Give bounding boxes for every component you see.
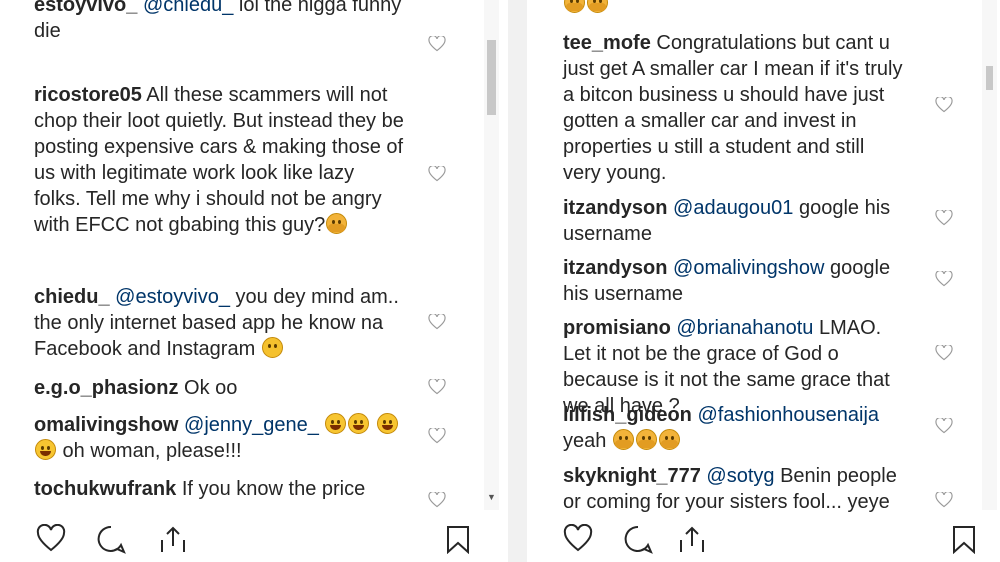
comment-list: tee_mofe Congratulations but cant u just… (527, 0, 1000, 515)
comment-mention[interactable]: @jenny_gene_ (184, 414, 319, 436)
scroll-down-arrow-icon[interactable]: ▼ (487, 492, 496, 502)
comment-mention[interactable]: @adaugou01 (673, 197, 793, 219)
like-comment-heart-icon[interactable] (428, 314, 446, 330)
comment-mention[interactable]: @fashionhousenaija (697, 404, 879, 426)
post-actions-bar (527, 518, 1000, 562)
laughing-emoji (564, 0, 585, 13)
scream-emoji (658, 429, 680, 450)
share-icon[interactable] (677, 524, 707, 554)
tired-face-emoji (326, 213, 348, 234)
comment-text: If you know the price (181, 478, 366, 500)
comment-item: itzandyson @omalivingshow google his use… (563, 255, 903, 307)
comment-mention[interactable]: @sotyg (706, 465, 774, 487)
rofl-emoji (35, 439, 56, 460)
comment-icon[interactable] (623, 524, 653, 554)
comments-scrollbar-thumb[interactable] (487, 40, 496, 115)
eye-roll-emoji (261, 337, 283, 358)
comment-username[interactable]: chiedu_ (34, 286, 110, 308)
comment-item: omalivingshow @jenny_gene_ oh woman, ple… (34, 412, 404, 464)
rofl-emoji (377, 413, 399, 434)
like-comment-heart-icon[interactable] (935, 345, 953, 361)
comment-item: itzandyson @adaugou01 google his usernam… (563, 195, 903, 247)
comment-mention[interactable]: @chiedu_ (143, 0, 233, 16)
like-comment-heart-icon[interactable] (935, 210, 953, 226)
share-icon[interactable] (158, 524, 188, 554)
comment-username[interactable]: skyknight_777 (563, 465, 701, 487)
comment-list: estoyvivo_ @chiedu_ lol the nigga funny … (0, 0, 500, 515)
comment-text: yeah (563, 430, 607, 452)
comment-item: estoyvivo_ @chiedu_ lol the nigga funny … (34, 0, 404, 44)
comment-username[interactable]: itzandyson (563, 197, 667, 219)
like-comment-heart-icon[interactable] (428, 379, 446, 395)
rofl-emoji (348, 413, 370, 434)
comment-username[interactable]: tee_mofe (563, 32, 651, 54)
scream-emoji (612, 429, 634, 450)
like-comment-heart-icon[interactable] (428, 428, 446, 444)
comment-item: ricostore05 All these scammers will not … (34, 82, 404, 238)
comment-mention[interactable]: @estoyvivo_ (115, 286, 230, 308)
scream-emoji (635, 429, 657, 450)
panel-divider (508, 0, 527, 562)
laughing-emoji (587, 0, 608, 13)
comment-text: All these scammers will not chop their l… (34, 84, 404, 236)
comment-mention[interactable]: @omalivingshow (673, 257, 824, 279)
comment-item: tee_mofe Congratulations but cant u just… (563, 30, 903, 186)
right-comments-scrollbar-thumb[interactable] (986, 66, 993, 90)
comment-username[interactable]: e.g.o_phasionz (34, 377, 178, 399)
comment-username[interactable]: tochukwufrank (34, 478, 176, 500)
like-heart-icon[interactable] (36, 524, 66, 554)
comment-username[interactable]: promisiano (563, 317, 671, 339)
comment-item: e.g.o_phasionz Ok oo (34, 375, 404, 401)
comment-item: tochukwufrank If you know the price (34, 476, 404, 502)
comment-username[interactable]: itzandyson (563, 257, 667, 279)
partial-emoji-row (563, 0, 609, 15)
comment-icon[interactable] (96, 524, 126, 554)
comment-username[interactable]: lilfish_gideon (563, 404, 692, 426)
comment-item: skyknight_777 @sotyg Benin people or com… (563, 463, 903, 515)
comment-text: Congratulations but cant u just get A sm… (563, 32, 903, 184)
like-comment-heart-icon[interactable] (428, 492, 446, 508)
like-comment-heart-icon[interactable] (935, 97, 953, 113)
bookmark-icon[interactable] (949, 524, 979, 554)
rofl-emoji (325, 413, 347, 434)
comment-text: Ok oo (184, 377, 238, 399)
comment-mention[interactable]: @brianahanotu (676, 317, 813, 339)
left-comments-panel: estoyvivo_ @chiedu_ lol the nigga funny … (0, 0, 500, 562)
right-comments-panel: tee_mofe Congratulations but cant u just… (527, 0, 1000, 562)
like-comment-heart-icon[interactable] (428, 166, 446, 182)
like-comment-heart-icon[interactable] (935, 418, 953, 434)
comment-username[interactable]: omalivingshow (34, 414, 178, 436)
like-comment-heart-icon[interactable] (428, 36, 446, 52)
post-actions-bar (0, 518, 500, 562)
comment-username[interactable]: estoyvivo_ (34, 0, 137, 16)
comment-text: oh woman, please!!! (57, 440, 242, 462)
comment-username[interactable]: ricostore05 (34, 84, 142, 106)
bookmark-icon[interactable] (443, 524, 473, 554)
like-heart-icon[interactable] (563, 524, 593, 554)
comment-item: chiedu_ @estoyvivo_ you dey mind am.. th… (34, 284, 404, 362)
like-comment-heart-icon[interactable] (935, 492, 953, 508)
like-comment-heart-icon[interactable] (935, 271, 953, 287)
comment-item: lilfish_gideon @fashionhousenaija yeah (563, 402, 903, 454)
